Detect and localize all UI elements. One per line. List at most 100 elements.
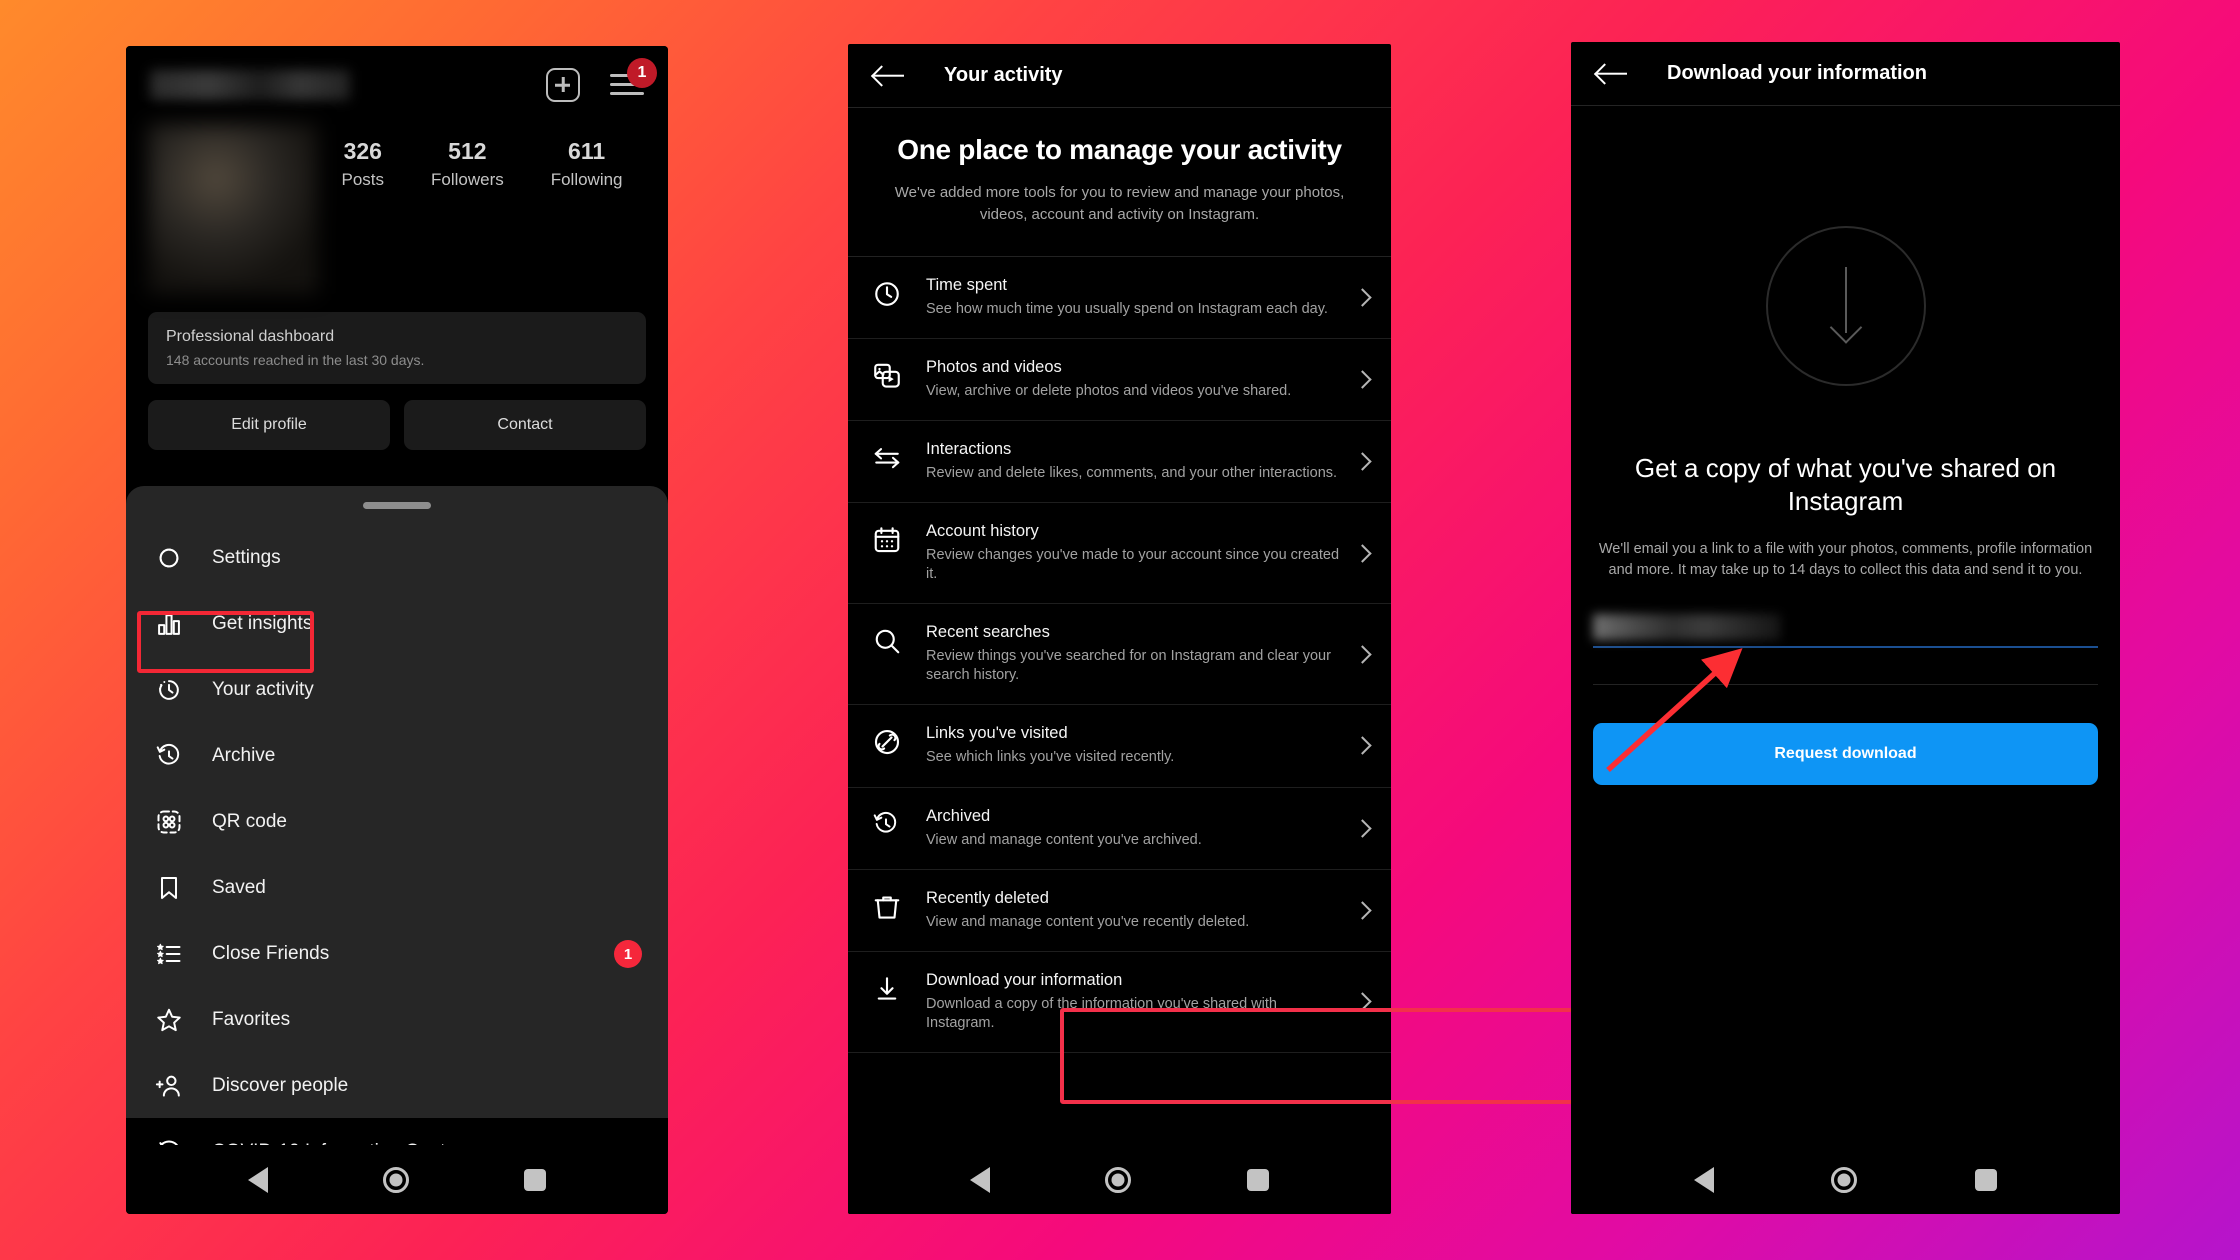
link-icon xyxy=(872,724,918,757)
activity-row-archived[interactable]: Archived View and manage content you've a… xyxy=(848,788,1391,870)
nav-recents-icon[interactable] xyxy=(1247,1168,1270,1191)
sheet-item-label: Saved xyxy=(212,877,266,898)
chevron-right-icon xyxy=(1353,287,1372,307)
chevron-right-icon xyxy=(1353,543,1372,563)
bookmark-icon xyxy=(148,874,190,902)
profile-action-buttons: Edit profile Contact xyxy=(148,400,646,450)
trash-icon xyxy=(872,889,918,922)
qr-code-icon xyxy=(148,808,190,836)
request-download-button[interactable]: Request download xyxy=(1593,723,2098,786)
stat-following[interactable]: 611 Following xyxy=(551,138,623,294)
activity-row-recent-searches[interactable]: Recent searches Review things you've sear… xyxy=(848,604,1391,706)
username-redacted xyxy=(150,70,350,100)
sheet-item-favorites[interactable]: Favorites xyxy=(126,987,668,1053)
activity-row-title: Time spent xyxy=(926,275,1008,294)
email-field[interactable] xyxy=(1593,614,2098,649)
close-friends-list-icon xyxy=(148,940,190,968)
activity-row-subtitle: Review things you've searched for on Ins… xyxy=(926,648,1331,684)
sheet-item-settings[interactable]: Settings xyxy=(126,525,668,591)
activity-row-subtitle: See which links you've visited recently. xyxy=(926,749,1175,766)
chevron-right-icon xyxy=(1353,736,1372,756)
phone-screen-profile: 1 326 Posts 512 Followers 611 Following xyxy=(126,46,668,1214)
chevron-right-icon xyxy=(1353,369,1372,389)
stat-followers-value: 512 xyxy=(448,138,487,164)
professional-dashboard-title: Professional dashboard xyxy=(166,328,335,345)
nav-home-icon[interactable] xyxy=(1831,1166,1858,1193)
avatar[interactable] xyxy=(148,124,318,294)
email-field-underline xyxy=(1593,646,2098,649)
email-value-redacted xyxy=(1593,614,1781,641)
profile-menu-sheet: Settings Get insights Your activity Archive… xyxy=(126,486,668,1164)
activity-row-links-you-ve-visited[interactable]: Links you've visited See which links you'… xyxy=(848,705,1391,788)
professional-dashboard-card[interactable]: Professional dashboard 148 accounts reac… xyxy=(148,312,646,384)
sheet-item-label: QR code xyxy=(212,811,287,832)
sheet-item-label: Your activity xyxy=(212,679,314,700)
contact-button[interactable]: Contact xyxy=(404,400,646,450)
nav-home-icon[interactable] xyxy=(1105,1166,1132,1193)
search-icon xyxy=(872,623,918,656)
plus-square-icon[interactable] xyxy=(546,68,580,102)
phone-screen-your-activity: Your activity One place to manage your a… xyxy=(848,44,1391,1214)
activity-row-photos-and-videos[interactable]: Photos and videos View, archive or delete… xyxy=(848,339,1391,421)
download-heading: Get a copy of what you've shared on Inst… xyxy=(1634,453,2057,516)
sheet-item-get-insights[interactable]: Get insights xyxy=(126,591,668,657)
nav-recents-icon[interactable] xyxy=(524,1168,547,1191)
activity-row-time-spent[interactable]: Time spent See how much time you usually … xyxy=(848,257,1391,339)
activity-row-subtitle: View and manage content you've archived. xyxy=(926,831,1202,848)
sheet-drag-handle[interactable] xyxy=(363,502,431,509)
activity-row-recently-deleted[interactable]: Recently deleted View and manage content … xyxy=(848,870,1391,952)
nav-back-icon[interactable] xyxy=(247,1166,268,1193)
activity-row-account-history[interactable]: Account history Review changes you've mad… xyxy=(848,503,1391,605)
stat-followers[interactable]: 512 Followers xyxy=(431,138,504,294)
nav-recents-icon[interactable] xyxy=(1975,1168,1998,1191)
sheet-item-discover-people[interactable]: Discover people xyxy=(126,1053,668,1119)
archive-clock-icon xyxy=(872,807,918,838)
activity-row-subtitle: View and manage content you've recently … xyxy=(926,913,1250,930)
download-icon xyxy=(872,971,918,1004)
activity-hero-body: We've added more tools for you to review… xyxy=(894,184,1345,223)
stat-followers-label: Followers xyxy=(430,170,504,189)
activity-row-interactions[interactable]: Interactions Review and delete likes, com… xyxy=(848,421,1391,503)
activity-row-subtitle: See how much time you usually spend on I… xyxy=(926,300,1328,317)
sheet-item-archive[interactable]: Archive xyxy=(126,723,668,789)
sheet-item-label: Settings xyxy=(212,547,281,568)
edit-profile-button[interactable]: Edit profile xyxy=(148,400,390,450)
android-navigation-bar-phone2 xyxy=(848,1145,1391,1214)
nav-back-icon[interactable] xyxy=(1693,1166,1714,1193)
sheet-item-your-activity[interactable]: Your activity xyxy=(126,657,668,723)
chevron-right-icon xyxy=(1353,452,1372,471)
page-title-your-activity: Your activity xyxy=(944,64,1063,86)
profile-summary-row: 326 Posts 512 Followers 611 Following xyxy=(126,124,668,294)
clock-icon xyxy=(872,276,918,309)
sheet-item-close-friends[interactable]: Close Friends 1 xyxy=(126,921,668,987)
sheet-item-saved[interactable]: Saved xyxy=(126,855,668,921)
activity-hero-heading: One place to manage your activity xyxy=(897,134,1342,165)
stat-posts-label: Posts xyxy=(341,170,385,189)
download-circle-icon xyxy=(1765,226,1926,386)
sheet-item-label: Archive xyxy=(212,745,276,766)
activity-header: Your activity xyxy=(848,44,1391,108)
activity-clock-icon xyxy=(148,676,190,704)
nav-home-icon[interactable] xyxy=(382,1166,409,1193)
profile-top-section: 1 326 Posts 512 Followers 611 Following xyxy=(126,46,668,486)
back-arrow-icon[interactable] xyxy=(874,65,904,87)
sheet-menu-list: Settings Get insights Your activity Archive… xyxy=(126,525,668,1185)
page-title-download-information: Download your information xyxy=(1667,62,1927,84)
nav-back-icon[interactable] xyxy=(969,1166,990,1193)
activity-row-download-your-information[interactable]: Download your information Download a copy… xyxy=(848,952,1391,1053)
activity-hero: One place to manage your activity We've … xyxy=(848,108,1391,257)
back-arrow-icon[interactable] xyxy=(1597,63,1627,85)
profile-header-actions: 1 xyxy=(546,58,657,102)
activity-row-title: Photos and videos xyxy=(926,357,1062,376)
stat-following-value: 611 xyxy=(568,138,606,164)
sheet-item-qr-code[interactable]: QR code xyxy=(126,789,668,855)
stat-following-label: Following xyxy=(550,170,623,189)
profile-stats: 326 Posts 512 Followers 611 Following xyxy=(318,124,646,294)
stat-posts[interactable]: 326 Posts xyxy=(341,138,384,294)
activity-row-title: Recent searches xyxy=(926,623,1050,642)
activity-options-list: Time spent See how much time you usually … xyxy=(848,257,1391,1215)
sheet-item-label: Get insights xyxy=(212,613,313,634)
download-header: Download your information xyxy=(1571,42,2120,106)
archive-clock-icon xyxy=(148,742,190,770)
activity-row-subtitle: View, archive or delete photos and video… xyxy=(926,382,1292,399)
